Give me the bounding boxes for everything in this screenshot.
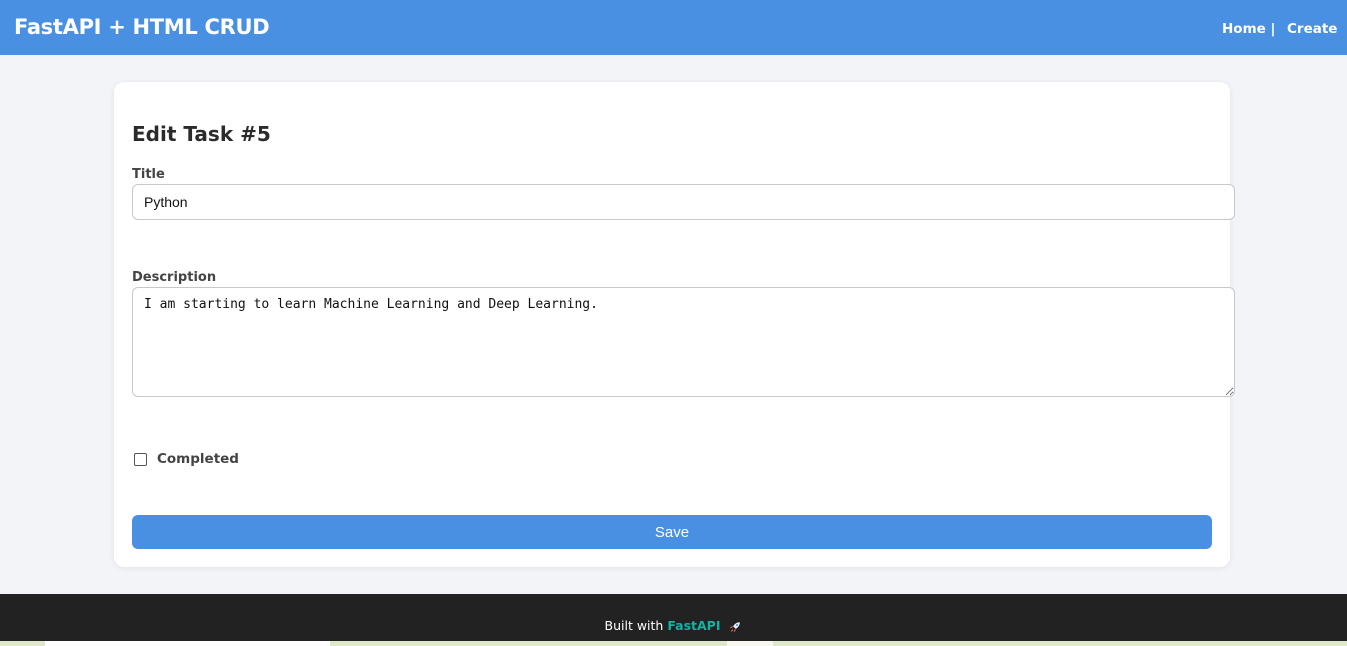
nav-home-link[interactable]: Home | [1222,21,1275,37]
completed-label: Completed [157,451,239,467]
rocket-icon [730,621,741,632]
app-title: FastAPI + HTML CRUD [14,15,270,39]
edit-task-card: Edit Task #5 Title Description I am star… [114,82,1235,567]
footer-prefix: Built with [604,618,664,633]
title-input[interactable] [132,184,1235,220]
strip-segment [45,641,330,646]
footer: Built with FastAPI [0,594,1347,646]
completed-checkbox[interactable] [134,452,147,466]
strip-segment [727,641,773,646]
description-textarea[interactable]: I am starting to learn Machine Learning … [132,287,1235,397]
nav-create-link[interactable]: Create [1287,21,1337,37]
title-label: Title [132,167,165,182]
footer-brand-link[interactable]: FastAPI [667,618,720,633]
save-button[interactable]: Save [132,515,1212,549]
page-title: Edit Task #5 [132,122,271,146]
top-navbar: FastAPI + HTML CRUD Home | Create [0,0,1347,55]
bottom-strip [0,641,1347,646]
description-label: Description [132,270,217,285]
footer-text: Built with FastAPI [0,618,1347,634]
completed-row[interactable]: Completed [134,451,239,467]
